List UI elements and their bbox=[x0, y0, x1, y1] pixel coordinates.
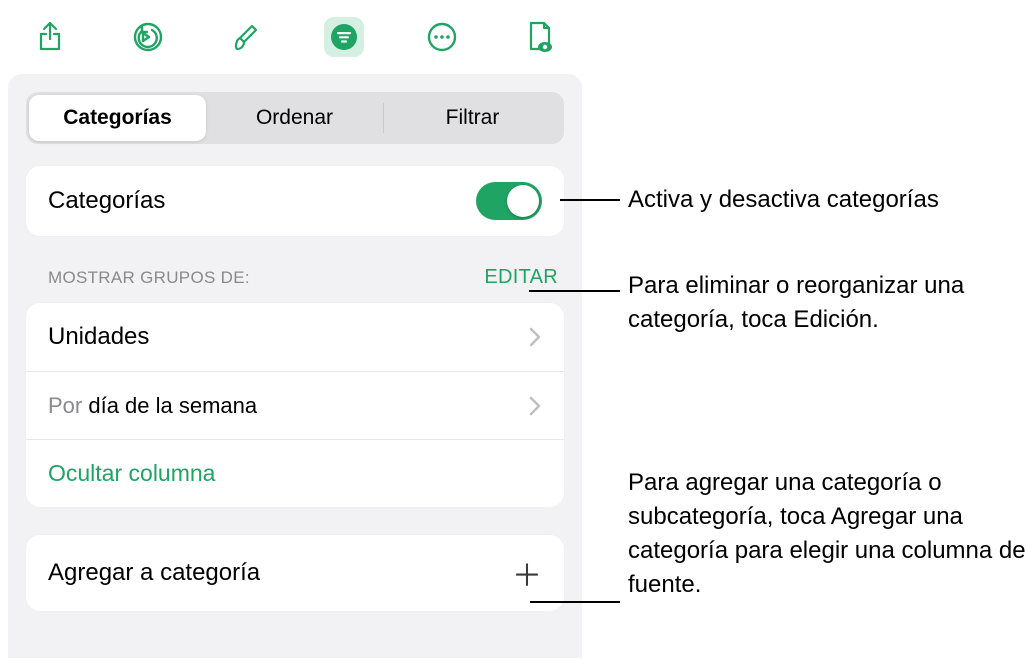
group-row-label: Unidades bbox=[48, 323, 528, 351]
organize-icon[interactable] bbox=[324, 17, 364, 57]
edit-button[interactable]: EDITAR bbox=[484, 266, 558, 289]
callout-line bbox=[529, 290, 620, 292]
undo-icon[interactable] bbox=[128, 17, 168, 57]
group-row-unidades[interactable]: Unidades bbox=[26, 303, 564, 371]
tab-label: Filtrar bbox=[446, 106, 500, 130]
groups-card: Unidades Por día de la semana Ocultar co… bbox=[26, 303, 564, 507]
callout-line bbox=[560, 199, 620, 201]
plus-icon: ＋ bbox=[512, 551, 542, 595]
segmented-control: Categorías Ordenar Filtrar bbox=[26, 92, 564, 144]
callout-add: Para agregar una categoría o subcategorí… bbox=[628, 466, 1027, 602]
hide-column-row[interactable]: Ocultar columna bbox=[26, 439, 564, 507]
tab-categories[interactable]: Categorías bbox=[29, 95, 206, 141]
tab-sort[interactable]: Ordenar bbox=[206, 95, 383, 141]
categories-toggle-card: Categorías bbox=[26, 166, 564, 236]
settings-panel: Categorías Ordenar Filtrar Categorías MO… bbox=[0, 0, 590, 660]
callouts-area: Activa y desactiva categorías Para elimi… bbox=[590, 0, 1027, 660]
chevron-right-icon bbox=[528, 395, 542, 417]
add-category-row[interactable]: Agregar a categoría ＋ bbox=[26, 535, 564, 611]
toggle-knob bbox=[507, 185, 539, 217]
add-category-card: Agregar a categoría ＋ bbox=[26, 535, 564, 611]
document-preview-icon[interactable] bbox=[520, 17, 560, 57]
more-icon[interactable] bbox=[422, 17, 462, 57]
callout-edit: Para eliminar o reorganizar una categorí… bbox=[628, 269, 1027, 337]
groups-section-header: MOSTRAR GRUPOS DE: EDITAR bbox=[26, 236, 564, 299]
add-category-label: Agregar a categoría bbox=[48, 559, 512, 587]
groups-header-label: MOSTRAR GRUPOS DE: bbox=[48, 268, 250, 288]
hide-column-label: Ocultar columna bbox=[48, 460, 542, 487]
tab-label: Categorías bbox=[63, 106, 172, 130]
panel-body: Categorías Ordenar Filtrar Categorías MO… bbox=[8, 74, 582, 658]
group-row-weekday[interactable]: Por día de la semana bbox=[26, 371, 564, 439]
tab-label: Ordenar bbox=[256, 106, 333, 130]
toolbar bbox=[0, 0, 590, 74]
group-row-label: Por día de la semana bbox=[48, 393, 528, 419]
categories-toggle[interactable] bbox=[476, 182, 542, 220]
brush-icon[interactable] bbox=[226, 17, 266, 57]
callout-line bbox=[530, 601, 620, 603]
categories-toggle-row: Categorías bbox=[26, 166, 564, 236]
share-icon[interactable] bbox=[30, 17, 70, 57]
tab-filter[interactable]: Filtrar bbox=[384, 95, 561, 141]
categories-label: Categorías bbox=[48, 187, 476, 215]
chevron-right-icon bbox=[528, 326, 542, 348]
callout-toggle: Activa y desactiva categorías bbox=[628, 183, 939, 217]
